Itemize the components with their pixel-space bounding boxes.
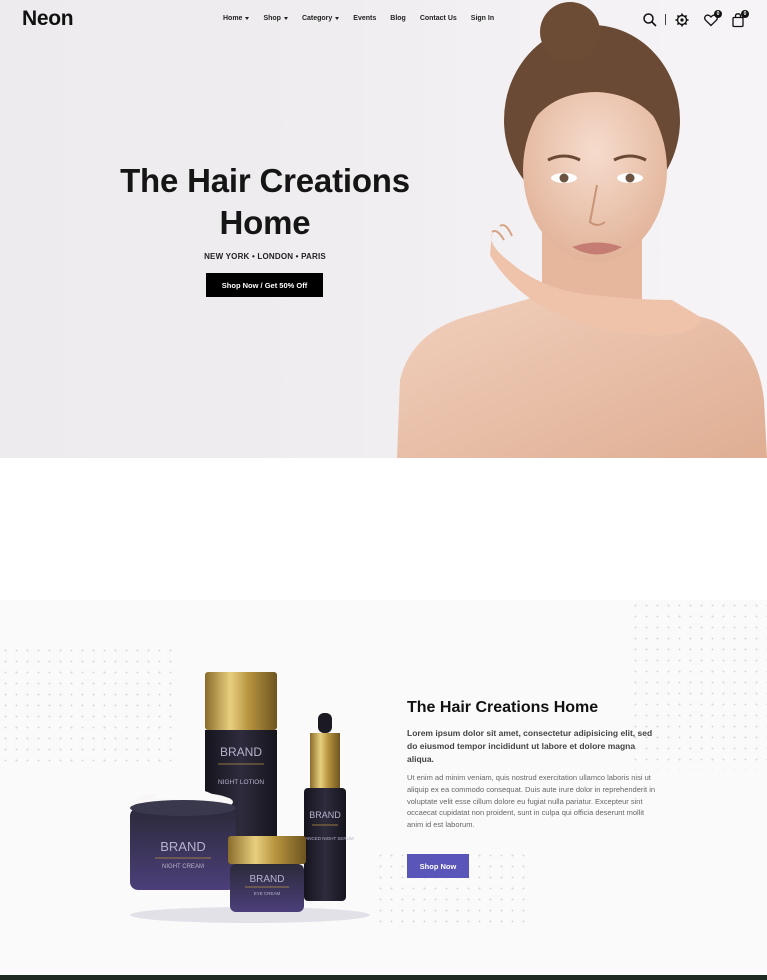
next-section-edge: [0, 975, 767, 980]
feature-body-text: Ut enim ad minim veniam, quis nostrud ex…: [407, 773, 656, 830]
product-group-image: BRAND NIGHT LOTION BRAND ADVANCED NIGHT …: [130, 672, 370, 923]
hero-section: Neon Home Shop Category Events Blog Cont…: [0, 0, 767, 458]
menu-item-shop[interactable]: Shop: [263, 15, 288, 22]
hero-title: The Hair Creations Home: [120, 162, 410, 241]
menu-item-home[interactable]: Home: [223, 15, 250, 22]
product-feature-section: BRAND NIGHT LOTION BRAND ADVANCED NIGHT …: [0, 600, 767, 975]
feature-lead-text: Lorem ipsum dolor sit amet, consectetur …: [407, 728, 653, 764]
top-navigation: Neon Home Shop Category Events Blog Cont…: [0, 0, 767, 40]
menu-item-sign-in[interactable]: Sign In: [471, 15, 494, 22]
nav-divider: [665, 14, 666, 25]
chevron-down-icon: [245, 17, 250, 20]
feature-shop-now-button[interactable]: Shop Now: [407, 854, 469, 878]
chevron-down-icon: [283, 17, 288, 20]
hero-subtitle: NEW YORK • LONDON • PARIS: [204, 252, 326, 261]
menu-item-events[interactable]: Events: [353, 15, 376, 22]
product-brand-label: BRAND: [249, 874, 284, 885]
product-brand-label: BRAND: [309, 810, 341, 820]
chevron-down-icon: [335, 17, 340, 20]
gear-icon[interactable]: [674, 12, 690, 28]
search-icon[interactable]: [642, 12, 658, 28]
cart-count-badge: 0: [741, 10, 749, 18]
menu-item-blog[interactable]: Blog: [390, 15, 406, 22]
product-name-label: EYE CREAM: [254, 891, 281, 896]
site-logo[interactable]: Neon: [22, 7, 74, 31]
product-name-label: NIGHT CREAM: [162, 864, 204, 870]
feature-title: The Hair Creations Home: [407, 699, 599, 716]
hero-shop-now-button[interactable]: Shop Now / Get 50% Off: [206, 273, 323, 297]
wishlist-button[interactable]: 0: [703, 10, 722, 28]
menu-item-category[interactable]: Category: [302, 15, 340, 22]
nav-icon-group: 0 0: [640, 10, 750, 30]
product-brand-label: BRAND: [220, 745, 262, 759]
product-brand-label: BRAND: [160, 839, 206, 854]
cart-button[interactable]: 0: [730, 10, 749, 28]
main-menu: Home Shop Category Events Blog Contact U…: [223, 15, 508, 22]
wishlist-count-badge: 0: [714, 10, 722, 18]
menu-item-contact-us[interactable]: Contact Us: [420, 15, 457, 22]
hero-model-image: [397, 2, 767, 458]
product-name-label: NIGHT LOTION: [218, 779, 264, 786]
